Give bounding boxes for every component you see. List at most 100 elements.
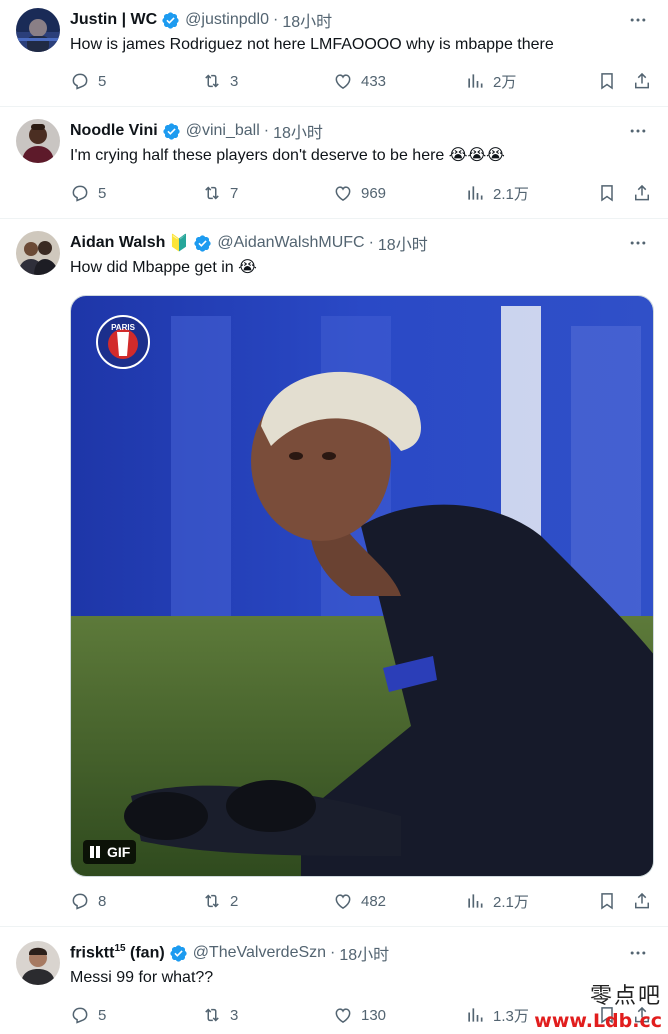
avatar[interactable] xyxy=(16,231,60,275)
like-count: 130 xyxy=(361,1006,387,1024)
reply-button[interactable]: 8 xyxy=(70,890,106,912)
display-name[interactable]: frisktt15 (fan) xyxy=(70,943,165,962)
like-button[interactable]: 130 xyxy=(333,1004,386,1026)
separator-dot: · xyxy=(368,234,374,251)
timestamp[interactable]: 18小时 xyxy=(339,941,389,965)
gif-label: GIF xyxy=(107,844,131,860)
heart-icon xyxy=(335,894,351,909)
repost-button[interactable]: 7 xyxy=(202,182,238,204)
reply-button[interactable]: 5 xyxy=(70,70,106,92)
repost-button[interactable]: 3 xyxy=(202,1004,238,1026)
avatar[interactable] xyxy=(16,941,60,985)
like-button[interactable]: 969 xyxy=(333,182,386,204)
handle[interactable]: @vini_ball xyxy=(186,122,260,140)
repost-count: 2 xyxy=(230,892,239,910)
like-button[interactable]: 433 xyxy=(333,70,386,92)
heart-icon xyxy=(335,74,351,89)
views-button[interactable]: 2.1万 xyxy=(465,890,529,912)
tweet-header: Aidan Walsh 🔰 @AidanWalshMUFC · 18小时 xyxy=(70,232,428,254)
bookmark-button[interactable] xyxy=(597,70,617,92)
view-count: 2.1万 xyxy=(493,893,529,911)
view-count: 2万 xyxy=(493,73,517,91)
like-button[interactable]: 482 xyxy=(333,890,386,912)
tweet-text-content: How did Mbappe get in xyxy=(70,259,234,276)
heart-icon xyxy=(335,186,351,201)
share-button[interactable] xyxy=(632,182,652,204)
bookmark-button[interactable] xyxy=(597,890,617,912)
tweet-feed: Justin | WC @justinpdl0 · 18小时 How is ja… xyxy=(0,0,668,1034)
repost-button[interactable]: 2 xyxy=(202,890,238,912)
display-name[interactable]: Noodle Vini xyxy=(70,122,158,140)
verified-icon xyxy=(170,944,187,962)
view-count: 1.3万 xyxy=(493,1007,529,1025)
action-bar: 5 3 433 2万 xyxy=(70,70,654,92)
avatar[interactable] xyxy=(16,8,60,52)
reply-count: 5 xyxy=(98,184,107,202)
timestamp[interactable]: 18小时 xyxy=(378,231,428,255)
tweet[interactable]: Justin | WC @justinpdl0 · 18小时 How is ja… xyxy=(0,0,668,107)
repost-count: 3 xyxy=(230,72,239,90)
site-watermark: 零点吧 www.Ldb.cc xyxy=(532,984,662,1034)
display-name[interactable]: Justin | WC xyxy=(70,11,157,29)
timestamp[interactable]: 18小时 xyxy=(282,8,332,32)
tweet-header: Justin | WC @justinpdl0 · 18小时 xyxy=(70,9,332,31)
display-name[interactable]: Aidan Walsh xyxy=(70,234,165,252)
watermark-title: 零点吧 xyxy=(589,984,662,1009)
more-options-icon[interactable] xyxy=(628,10,648,30)
analytics-icon xyxy=(468,74,483,88)
separator-dot: · xyxy=(263,122,270,139)
analytics-icon xyxy=(468,186,483,200)
repost-icon xyxy=(205,1008,219,1022)
share-icon xyxy=(635,72,649,89)
psg-logo-text: PARIS xyxy=(111,323,136,332)
handle[interactable]: @justinpdl0 xyxy=(185,11,269,29)
tweet-header: Noodle Vini @vini_ball · 18小时 xyxy=(70,120,323,142)
gif-play-toggle[interactable]: GIF xyxy=(83,840,137,864)
bookmark-icon xyxy=(601,893,613,910)
timestamp[interactable]: 18小时 xyxy=(273,119,323,143)
reply-count: 5 xyxy=(98,1006,107,1024)
tweet-text-content: How is james Rodriguez not here LMFAOOOO… xyxy=(70,36,554,53)
tweet-text-content: I'm crying half these players don't dese… xyxy=(70,147,445,164)
tweet-header: frisktt15 (fan) @TheValverdeSzn · 18小时 xyxy=(70,942,389,964)
action-bar: 8 2 482 2.1万 xyxy=(70,890,654,912)
crying-emoji: 😭 xyxy=(238,259,257,276)
handle[interactable]: @TheValverdeSzn xyxy=(193,944,326,962)
action-bar: 5 7 969 2.1万 xyxy=(70,182,654,204)
reply-button[interactable]: 5 xyxy=(70,1004,106,1026)
bookmark-icon xyxy=(601,73,613,90)
more-options-icon[interactable] xyxy=(628,121,648,141)
views-button[interactable]: 1.3万 xyxy=(465,1004,529,1026)
separator-dot: · xyxy=(272,11,279,28)
views-button[interactable]: 2万 xyxy=(465,70,516,92)
display-name-superscript: 15 xyxy=(114,943,126,955)
bookmark-button[interactable] xyxy=(597,182,617,204)
tweet[interactable]: Aidan Walsh 🔰 @AidanWalshMUFC · 18小时 How… xyxy=(0,219,668,927)
reply-icon xyxy=(72,73,88,90)
analytics-icon xyxy=(468,1008,483,1022)
gif-media[interactable]: PARIS GIF xyxy=(70,295,654,877)
reply-icon xyxy=(72,893,88,910)
avatar[interactable] xyxy=(16,119,60,163)
tweet[interactable]: Noodle Vini @vini_ball · 18小时 I'm crying… xyxy=(0,107,668,219)
crying-emoji: 😭😭😭 xyxy=(448,147,505,164)
tweet-text: How is james Rodriguez not here LMFAOOOO… xyxy=(70,34,554,56)
repost-icon xyxy=(205,186,219,200)
more-options-icon[interactable] xyxy=(628,943,648,963)
bookmark-icon xyxy=(601,185,613,202)
repost-button[interactable]: 3 xyxy=(202,70,238,92)
repost-icon xyxy=(205,74,219,88)
reply-icon xyxy=(72,1007,88,1024)
views-button[interactable]: 2.1万 xyxy=(465,182,529,204)
handle[interactable]: @AidanWalshMUFC xyxy=(217,234,364,252)
verified-icon xyxy=(162,11,179,29)
like-count: 433 xyxy=(361,72,387,90)
reply-count: 5 xyxy=(98,72,107,90)
like-count: 969 xyxy=(361,184,387,202)
reply-button[interactable]: 5 xyxy=(70,182,106,204)
watermark-url: www.Ldb.cc xyxy=(534,1010,662,1032)
share-button[interactable] xyxy=(632,70,652,92)
share-button[interactable] xyxy=(632,890,652,912)
repost-icon xyxy=(205,894,219,908)
more-options-icon[interactable] xyxy=(628,233,648,253)
